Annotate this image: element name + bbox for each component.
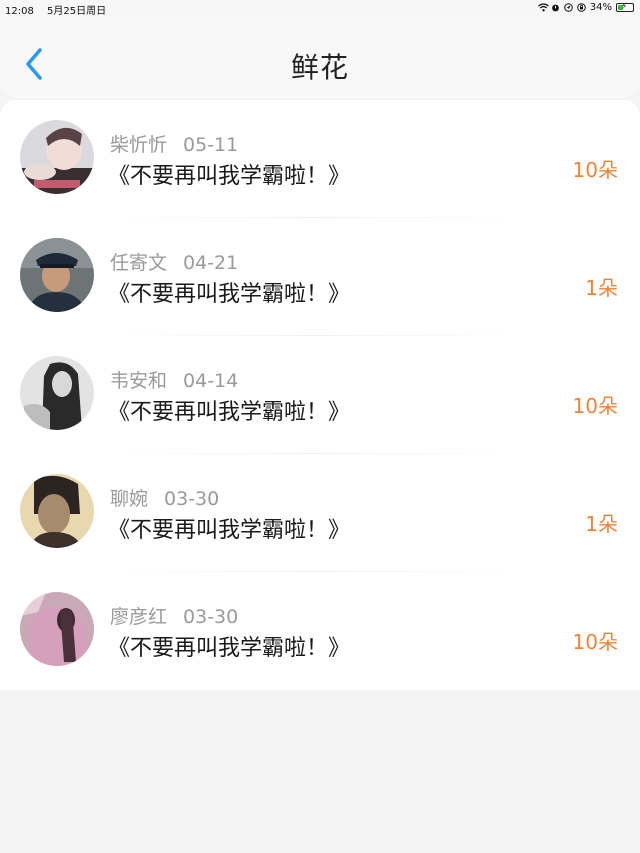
- status-left: 12:08 5月25日周日: [5, 2, 116, 17]
- item-message: 《不要再叫我学霸啦！》: [108, 400, 351, 425]
- item-message: 《不要再叫我学霸啦！》: [108, 164, 351, 189]
- avatar: [20, 238, 94, 312]
- location-icon: [563, 3, 573, 12]
- flowers-page: 12:08 5月25日周日 34% ⚡ 鲜花 柴忻忻 05-11 《不要再叫我学…: [0, 0, 640, 853]
- sender-name: 柴忻忻: [110, 134, 168, 156]
- alarm-icon: [551, 3, 560, 12]
- avatar: [20, 474, 94, 548]
- item-meta: 聊婉 03-30: [110, 484, 219, 511]
- list-item[interactable]: 柴忻忻 05-11 《不要再叫我学霸啦！》 10朵: [0, 100, 640, 218]
- avatar: [20, 356, 94, 430]
- item-meta: 柴忻忻 05-11: [110, 130, 238, 157]
- page-title: 鲜花: [290, 51, 349, 84]
- list-item[interactable]: 韦安和 04-14 《不要再叫我学霸啦！》 10朵: [0, 336, 640, 454]
- item-date: 04-14: [183, 370, 239, 392]
- item-date: 05-11: [183, 134, 239, 156]
- status-right: 34% ⚡: [537, 2, 634, 13]
- item-meta: 韦安和 04-14: [110, 366, 238, 393]
- sender-name: 聊婉: [110, 488, 149, 510]
- item-message: 《不要再叫我学霸啦！》: [108, 518, 351, 543]
- avatar: [20, 592, 94, 666]
- nav-bar: 鲜花: [0, 16, 640, 98]
- battery-icon: ⚡: [616, 2, 634, 12]
- item-meta: 任寄文 04-21: [110, 248, 238, 275]
- flower-count: 1朵: [585, 512, 618, 536]
- list-item[interactable]: 聊婉 03-30 《不要再叫我学霸啦！》 1朵: [0, 454, 640, 572]
- item-date: 03-30: [183, 606, 239, 628]
- list-item[interactable]: 任寄文 04-21 《不要再叫我学霸啦！》 1朵: [0, 218, 640, 336]
- flower-count: 10朵: [572, 630, 618, 654]
- sender-name: 廖彦红: [110, 606, 168, 628]
- flower-list: 柴忻忻 05-11 《不要再叫我学霸啦！》 10朵 任寄文 04-21 《不要再…: [0, 100, 640, 690]
- avatar: [20, 120, 94, 194]
- flower-count: 10朵: [572, 394, 618, 418]
- flower-count: 1朵: [585, 276, 618, 300]
- wifi-icon: [537, 3, 549, 12]
- status-bar: 12:08 5月25日周日 34% ⚡: [0, 0, 640, 17]
- flower-count: 10朵: [572, 158, 618, 182]
- sender-name: 任寄文: [110, 252, 168, 274]
- item-meta: 廖彦红 03-30: [110, 602, 238, 629]
- battery-percent: 34%: [589, 2, 612, 13]
- item-message: 《不要再叫我学霸啦！》: [108, 636, 351, 661]
- item-message: 《不要再叫我学霸啦！》: [108, 282, 351, 307]
- charging-bolt-icon: ⚡: [621, 2, 628, 12]
- lock-rotation-icon: [576, 3, 586, 12]
- item-date: 04-21: [183, 252, 239, 274]
- sender-name: 韦安和: [110, 370, 168, 392]
- list-item[interactable]: 廖彦红 03-30 《不要再叫我学霸啦！》 10朵: [0, 572, 640, 690]
- item-date: 03-30: [164, 488, 220, 510]
